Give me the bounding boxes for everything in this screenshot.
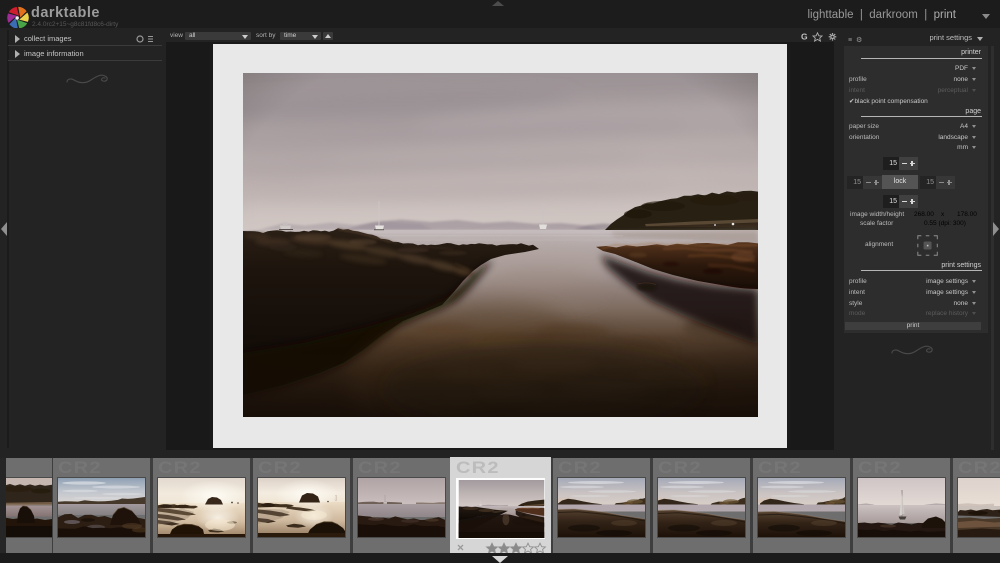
svg-text:G: G: [801, 32, 808, 42]
